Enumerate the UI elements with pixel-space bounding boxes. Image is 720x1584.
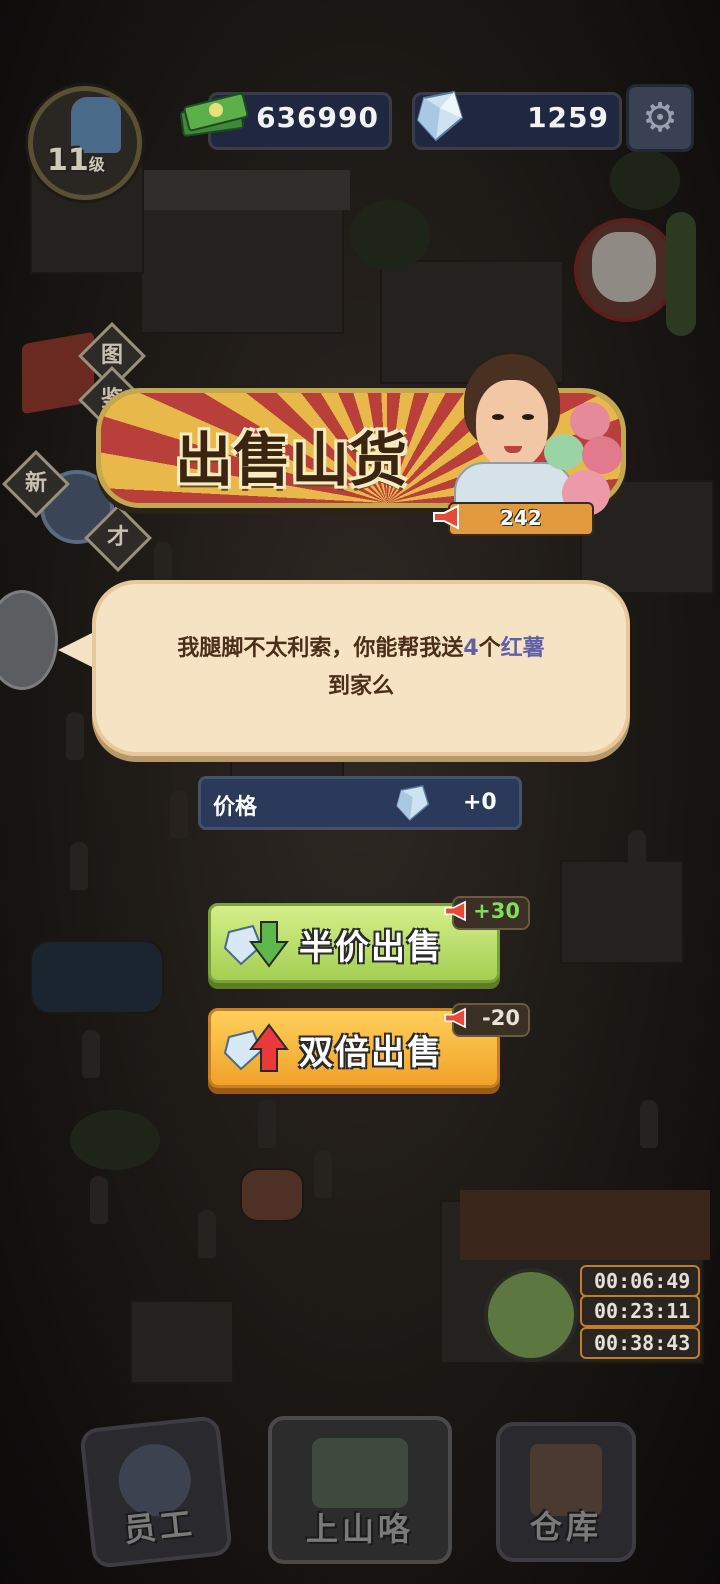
request-message: 我腿脚不太利索，你能帮我送4个红薯到家么 (126, 630, 596, 706)
diamond-down-icon (223, 921, 289, 968)
timer-value: 00:38:43 (594, 1331, 691, 1355)
level-label: 11级 (47, 143, 105, 178)
request-quantity: 4 (463, 636, 479, 661)
nav-staff-button[interactable]: 员工 (79, 1415, 233, 1569)
message-text-end: 到家么 (327, 674, 394, 699)
event-cat-button[interactable] (574, 218, 678, 322)
diamond-up-icon (223, 1023, 289, 1072)
npc-eye (522, 414, 534, 420)
level-unit: 级 (88, 155, 105, 174)
megaphone-icon (433, 504, 459, 530)
timer: 00:06:49 (580, 1265, 700, 1297)
flower (582, 436, 622, 474)
message-text: 我腿脚不太利索，你能帮我送 (177, 636, 464, 661)
request-item: 红薯 (500, 636, 545, 661)
megaphone-icon (444, 900, 466, 922)
flower (570, 402, 610, 440)
price-panel: 价格 +0 (198, 776, 522, 830)
level-badge[interactable]: 11级 (28, 86, 142, 200)
level-number: 11 (47, 143, 89, 178)
megaphone-icon (444, 1007, 466, 1029)
price-label: 价格 (213, 795, 258, 820)
nav-staff-label: 员工 (121, 1504, 198, 1550)
nav-mountain-label: 上山咯 (305, 1510, 414, 1548)
diamond-icon (396, 785, 430, 822)
event-side-tag[interactable] (666, 212, 696, 336)
double-price-fame-value: -20 (482, 1006, 520, 1030)
quantity-unit: 个 (478, 636, 501, 661)
arrow-down-icon (249, 921, 289, 968)
price-value: +0 (463, 790, 497, 815)
delivery-task-button[interactable] (484, 1268, 578, 1362)
nav-mountain-button[interactable]: 上山咯 (268, 1416, 452, 1564)
arrow-up-icon (249, 1023, 289, 1072)
fame-value: 242 (500, 506, 542, 530)
half-price-label: 半价出售 (299, 928, 443, 968)
timer-value: 00:06:49 (594, 1269, 691, 1293)
cat-icon (592, 232, 656, 302)
money-stack-icon (180, 92, 249, 137)
npc-eye (492, 414, 504, 420)
fame-bar: 242 (448, 502, 594, 536)
gem-value: 1259 (527, 101, 609, 134)
half-price-fame-tag: +30 (444, 896, 530, 930)
double-price-fame-tag: -20 (444, 1003, 530, 1037)
timer: 00:23:11 (580, 1295, 700, 1327)
nav-warehouse-label: 仓库 (529, 1508, 602, 1546)
timer-value: 00:23:11 (594, 1299, 691, 1323)
double-price-label: 双倍出售 (299, 1033, 443, 1073)
timer: 00:38:43 (580, 1327, 700, 1359)
gear-icon: ⚙ (642, 95, 678, 141)
speech-bubble: 我腿脚不太利索，你能帮我送4个红薯到家么 (92, 580, 630, 756)
npc-face (476, 380, 548, 468)
money-value: 636990 (256, 101, 379, 134)
page-title: 出售山货 (174, 426, 407, 494)
mountain-icon (312, 1438, 408, 1508)
flower (544, 434, 584, 470)
diamond-icon (416, 90, 464, 142)
nav-warehouse-button[interactable]: 仓库 (496, 1422, 636, 1562)
settings-button[interactable]: ⚙ (626, 84, 694, 152)
half-price-fame-value: +30 (473, 899, 520, 923)
